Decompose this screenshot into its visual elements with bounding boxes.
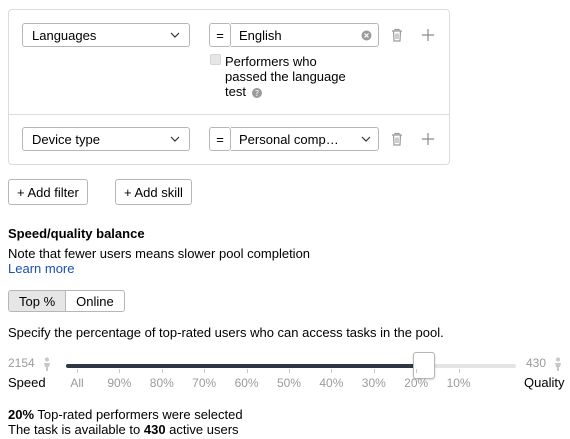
trash-icon[interactable]: [389, 131, 405, 147]
language-test-label-line: passed the language: [225, 69, 346, 84]
slider-tick-mark: [289, 369, 290, 373]
slider-tick-label[interactable]: 10%: [447, 376, 471, 390]
filter-value-text: Personal comp…: [239, 131, 339, 147]
trash-icon[interactable]: [389, 27, 405, 43]
filter-divider: [8, 114, 450, 115]
svg-text:?: ?: [255, 89, 259, 98]
language-test-label-line: test: [225, 84, 246, 99]
slider-tick-label[interactable]: 70%: [192, 376, 216, 390]
operator-label: =: [216, 131, 224, 147]
slider-tick-label[interactable]: 30%: [362, 376, 386, 390]
slider-tick-mark: [161, 369, 163, 373]
slider-tick-mark: [119, 369, 121, 373]
chevron-down-icon: [170, 136, 180, 142]
filter-operator[interactable]: =: [209, 23, 231, 47]
section-title: Speed/quality balance: [8, 226, 145, 241]
tab-top-percent[interactable]: Top %: [9, 291, 66, 311]
learn-more-link[interactable]: Learn more: [8, 261, 74, 276]
slider-tick-mark: [331, 369, 333, 373]
slider-tick-label[interactable]: 90%: [107, 376, 131, 390]
selected-percent: 20%: [8, 407, 35, 422]
balance-description: Specify the percentage of top-rated user…: [8, 325, 444, 340]
filter-field-label: Device type: [32, 131, 100, 147]
filter-field-select-device[interactable]: Device type: [22, 127, 190, 151]
add-condition-icon[interactable]: [420, 131, 436, 147]
language-test-label-line: Performers who: [225, 54, 317, 69]
filter-value-field[interactable]: English: [231, 23, 379, 47]
slider-tick-label[interactable]: 40%: [319, 376, 343, 390]
quality-count: 430: [526, 356, 547, 370]
slider-tick-label[interactable]: 60%: [235, 376, 259, 390]
slider-fill: [66, 364, 424, 368]
filter-value-text: English: [239, 27, 282, 43]
operator-label: =: [216, 27, 224, 43]
chevron-down-icon: [170, 32, 180, 38]
slider-tick-mark: [204, 369, 206, 373]
filter-operator[interactable]: =: [209, 127, 231, 151]
slider-tick-label[interactable]: 80%: [150, 376, 174, 390]
language-test-label: Performers who passed the language test …: [225, 54, 346, 99]
language-test-checkbox[interactable]: [210, 54, 221, 65]
person-icon: [44, 357, 50, 371]
slider-tick-mark: [416, 369, 418, 373]
add-skill-button[interactable]: + Add skill: [115, 179, 192, 205]
slider-tick-mark: [77, 369, 78, 373]
filter-field-label: Languages: [32, 27, 97, 43]
person-icon: [555, 357, 561, 371]
slider-tick-label[interactable]: 20%: [404, 376, 428, 390]
slider-tick-mark: [246, 369, 248, 373]
balance-mode-tabs: Top % Online: [8, 290, 125, 312]
add-filter-button[interactable]: + Add filter: [8, 179, 88, 205]
summary-line-1: 20% Top-rated performers were selected: [8, 407, 243, 422]
section-note: Note that fewer users means slower pool …: [8, 246, 311, 261]
slider-handle[interactable]: [413, 352, 435, 379]
filter-field-select-languages[interactable]: Languages: [22, 23, 190, 47]
slider-tick-mark: [373, 369, 375, 373]
summary-text: The task is available to: [8, 422, 144, 437]
summary-text: active users: [165, 422, 239, 437]
add-filter-label: + Add filter: [17, 184, 79, 200]
quality-label: Quality: [524, 375, 565, 390]
summary-line-2: The task is available to 430 active user…: [8, 422, 239, 437]
tab-online[interactable]: Online: [66, 291, 124, 311]
speed-label: Speed: [8, 375, 46, 390]
add-condition-icon[interactable]: [420, 27, 436, 43]
summary-text: Top-rated performers were selected: [34, 407, 243, 422]
chevron-down-icon: [361, 136, 371, 142]
filter-value-select[interactable]: Personal comp…: [231, 127, 379, 151]
clear-icon[interactable]: [361, 30, 372, 41]
slider-tick-label[interactable]: 50%: [277, 376, 301, 390]
add-skill-label: + Add skill: [124, 184, 183, 200]
speed-count: 2154: [8, 356, 35, 370]
slider-tick-label[interactable]: All: [70, 376, 83, 390]
active-users-count: 430: [143, 422, 166, 437]
help-icon[interactable]: ?: [251, 88, 262, 98]
slider-tick-mark: [458, 369, 460, 373]
